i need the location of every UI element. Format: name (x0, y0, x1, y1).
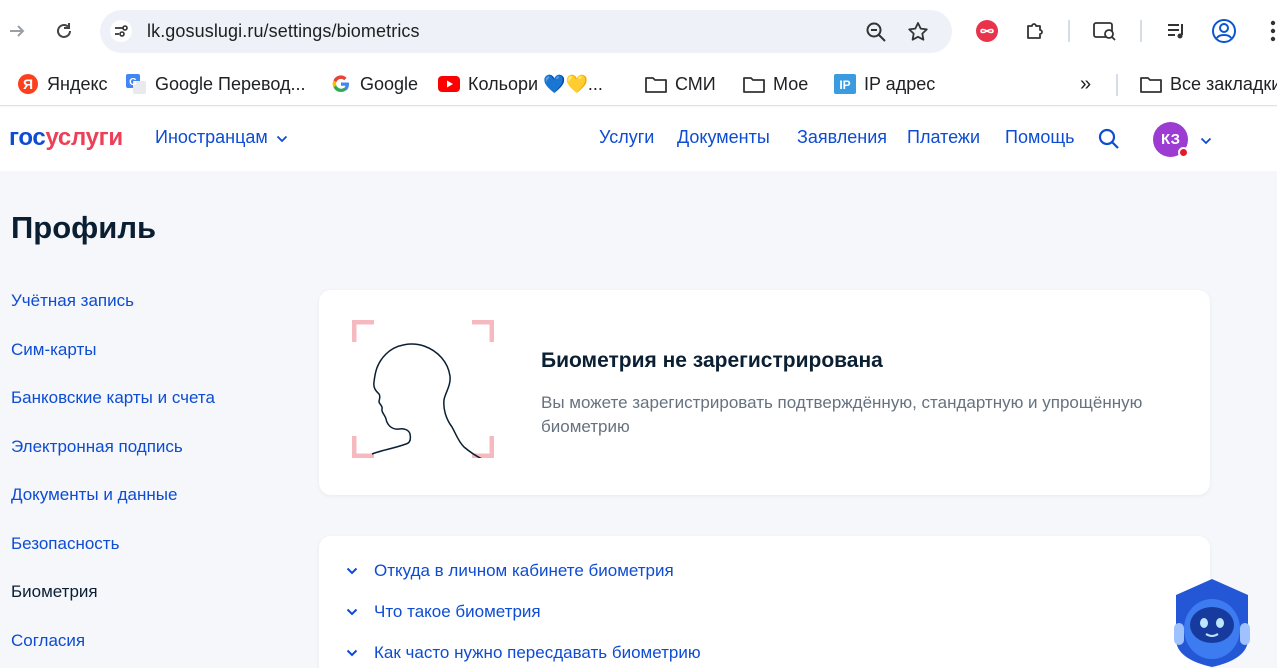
biometry-status-title: Биометрия не зарегистрирована (541, 349, 883, 372)
folder-icon (645, 73, 667, 95)
foreigners-menu[interactable]: Иностранцам (155, 127, 288, 148)
bookmark-google[interactable]: Google (330, 70, 418, 98)
more-bookmarks-button[interactable]: » (1080, 70, 1091, 98)
reload-icon (57, 23, 71, 38)
arrow-right-icon (10, 25, 25, 37)
faq-item[interactable]: Что такое биометрия (346, 602, 541, 622)
bookmark-star-icon[interactable] (906, 20, 930, 49)
bookmarks-bar: Я Яндекс G Google Перевод... Google Коль… (0, 62, 1277, 106)
lens-search-icon[interactable] (1090, 16, 1120, 46)
nav-applications[interactable]: Заявления (797, 127, 887, 148)
sidebar-item-consents[interactable]: Согласия (11, 631, 85, 651)
sidebar-item-sim-cards[interactable]: Сим-карты (11, 340, 96, 360)
toolbar-separator (1140, 20, 1142, 42)
nav-help[interactable]: Помощь (1005, 127, 1075, 148)
google-translate-icon: G (125, 73, 147, 95)
sidebar-item-biometry[interactable]: Биометрия (11, 582, 98, 602)
reload-button[interactable] (47, 14, 81, 48)
faq-card: Откуда в личном кабинете биометрия Что т… (319, 536, 1210, 668)
bookmark-folder-moe[interactable]: Мое (743, 70, 808, 98)
address-bar[interactable]: lk.gosuslugi.ru/settings/biometrics (100, 10, 952, 53)
bookmark-yandex[interactable]: Я Яндекс (17, 70, 108, 98)
svg-text:G: G (129, 77, 137, 88)
biometry-status-card: Биометрия не зарегистрирована Вы можете … (319, 290, 1210, 495)
bookmark-google-translate[interactable]: G Google Перевод... (125, 70, 306, 98)
assistant-robot-icon[interactable] (1170, 577, 1254, 668)
bookmarks-separator (1116, 74, 1118, 96)
folder-icon (1140, 73, 1162, 95)
avatar[interactable]: КЗ (1153, 122, 1189, 158)
chevron-down-icon (346, 649, 360, 657)
site-header: госуслуги Иностранцам Услуги Документы З… (0, 107, 1277, 171)
browser-toolbar: lk.gosuslugi.ru/settings/biometrics (0, 0, 1277, 62)
google-icon (330, 73, 352, 95)
notification-dot (1178, 147, 1189, 158)
page-title: Профиль (11, 210, 157, 245)
nav-payments[interactable]: Платежи (907, 127, 980, 148)
sidebar-item-bank-cards[interactable]: Банковские карты и счета (11, 388, 215, 408)
all-bookmarks-folder[interactable]: Все закладки (1140, 70, 1277, 98)
extensions-puzzle-icon[interactable] (1020, 16, 1050, 46)
nav-documents[interactable]: Документы (677, 127, 770, 148)
biometry-status-description: Вы можете зарегистрировать подтверждённу… (541, 393, 1143, 436)
chevron-down-icon (346, 608, 360, 616)
faq-item[interactable]: Откуда в личном кабинете биометрия (346, 561, 674, 581)
ip-icon: IP (834, 73, 856, 95)
sidebar-item-documents[interactable]: Документы и данные (11, 485, 177, 505)
profile-icon[interactable] (1209, 16, 1239, 46)
youtube-icon (438, 73, 460, 95)
media-controls-icon[interactable] (1162, 16, 1192, 46)
yandex-icon: Я (17, 73, 39, 95)
chevron-down-icon (346, 567, 360, 575)
svg-text:Я: Я (23, 76, 33, 92)
sidebar-item-security[interactable]: Безопасность (11, 534, 119, 554)
chevron-down-icon (276, 135, 287, 142)
svg-text:IP: IP (839, 78, 850, 92)
url-text[interactable]: lk.gosuslugi.ru/settings/biometrics (147, 21, 420, 42)
sidebar-item-account[interactable]: Учётная запись (11, 291, 134, 311)
toolbar-separator (1068, 20, 1070, 42)
search-icon[interactable] (1097, 127, 1121, 156)
gosuslugi-logo[interactable]: госуслуги (9, 124, 123, 152)
site-settings-icon[interactable] (110, 20, 132, 42)
faq-item[interactable]: Как часто нужно пересдавать биометрию (346, 643, 701, 663)
sidebar-item-e-signature[interactable]: Электронная подпись (11, 437, 183, 457)
forward-button[interactable] (0, 14, 34, 48)
face-scan-icon (352, 320, 494, 458)
chevron-down-icon[interactable] (1200, 132, 1212, 150)
zoom-icon[interactable] (865, 21, 887, 48)
extension-infinity-icon[interactable] (972, 16, 1002, 46)
nav-services[interactable]: Услуги (599, 127, 654, 148)
bookmark-ip[interactable]: IP IP адрес (834, 70, 935, 98)
folder-icon (743, 73, 765, 95)
bookmark-kolori[interactable]: Кольори 💙💛... (438, 70, 603, 98)
bookmark-folder-smi[interactable]: СМИ (645, 70, 716, 98)
browser-menu-icon[interactable] (1258, 16, 1277, 46)
